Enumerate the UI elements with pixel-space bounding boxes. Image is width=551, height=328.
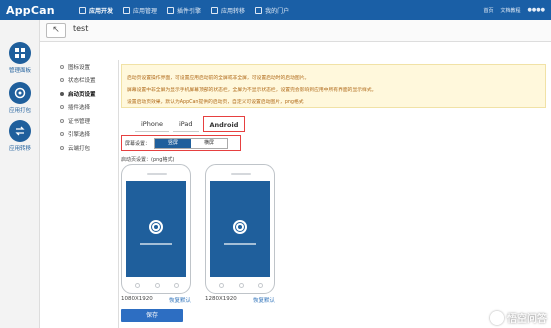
leftnav-label: 管理面板 — [8, 68, 31, 74]
menu-label: 证书管理 — [68, 118, 91, 125]
leftnav-item-dashboard[interactable]: 管理面板 — [0, 42, 40, 74]
back-button[interactable]: ↖ — [46, 23, 66, 38]
splash-logo-pupil — [238, 225, 242, 229]
phone-button — [258, 283, 263, 288]
splash-settings-panel: 启动页设置操作界面，可设置应用启动前的全屏或非全屏，可设置启动时的启动图片。 屏… — [118, 60, 548, 328]
tab-iphone[interactable]: iPhone — [135, 116, 169, 132]
speaker — [147, 173, 167, 175]
sub-header: ↖ test — [40, 20, 551, 42]
portrait-button[interactable]: 竖屏 — [155, 138, 192, 148]
topnav-label: 应用转移 — [221, 7, 246, 15]
tip-line: 设置启动页效果，默认为AppCan提供的启动页，自定义可设置启动图片，png格式 — [127, 100, 304, 105]
leftnav-item-transfer[interactable]: 应用转移 — [0, 120, 40, 152]
bullet-icon — [60, 145, 64, 150]
menu-item-statusbar-settings[interactable]: 状态栏设置 — [60, 74, 112, 88]
top-right-links: 首页 文档教程 ●●●● — [484, 0, 545, 20]
phone-preview-1080[interactable] — [121, 164, 191, 294]
orientation-toggle: 竖屏 横屏 — [154, 137, 229, 149]
topnav-label: 我的门户 — [265, 7, 290, 15]
topnav-label: 应用管理 — [133, 7, 158, 15]
topnav-item-plugin-engine[interactable]: 插件引擎 — [162, 0, 206, 20]
menu-item-icon-settings[interactable]: 图标设置 — [60, 60, 112, 74]
menu-label: 插件选择 — [68, 105, 91, 112]
phone-button — [219, 283, 224, 288]
leftnav-label: 应用打包 — [8, 108, 31, 114]
restore-default-link[interactable]: 恢复默认 — [169, 296, 191, 304]
tab-ipad[interactable]: iPad — [172, 116, 199, 132]
phone-button — [174, 283, 179, 288]
watermark-text: 悟空问答 — [507, 314, 547, 325]
top-bar: AppCan 应用开发 应用管理 插件引擎 应用转移 我的门户 首页 文档教程 … — [0, 0, 551, 20]
left-nav: 管理面板 应用打包 应用转移 — [0, 20, 40, 328]
wukong-logo-icon — [490, 310, 504, 325]
menu-label: 云端打包 — [68, 145, 91, 152]
tip-line: 屏幕设置中非全屏为显示手机屏幕顶部的状态栏，全屏为不显示状态栏，设置完会影响到应… — [127, 88, 377, 93]
preview-size-label: 1280X1920 — [205, 296, 237, 302]
bullet-icon — [60, 91, 64, 96]
phone-preview-1280[interactable] — [205, 164, 275, 294]
menu-label: 引擎选择 — [68, 132, 91, 139]
bullet-icon — [60, 64, 64, 69]
tip-line: 启动页设置操作界面，可设置应用启动前的全屏或非全屏，可设置启动时的启动图片。 — [127, 76, 310, 81]
topnav-item-app-transfer[interactable]: 应用转移 — [206, 0, 250, 20]
menu-label: 图标设置 — [68, 64, 91, 71]
top-nav: 应用开发 应用管理 插件引擎 应用转移 我的门户 — [74, 0, 294, 20]
menu-item-cloud-package[interactable]: 云端打包 — [60, 141, 112, 155]
transfer-icon — [9, 120, 31, 142]
splash-upload-label: 启动页设置：(png格式) — [121, 157, 175, 163]
app-transfer-icon — [211, 6, 219, 14]
app-dev-icon — [79, 6, 86, 14]
topnav-label: 插件引擎 — [177, 7, 202, 15]
tab-android[interactable]: Android — [202, 116, 246, 132]
orientation-label: 屏幕设置： — [125, 140, 151, 147]
package-icon — [9, 82, 31, 104]
topnav-item-portal[interactable]: 我的门户 — [250, 0, 294, 20]
plugin-engine-icon — [167, 6, 175, 14]
bullet-icon — [60, 118, 64, 123]
menu-label: 状态栏设置 — [68, 78, 96, 85]
tip-box: 启动页设置操作界面，可设置应用启动前的全屏或非全屏，可设置启动时的启动图片。 屏… — [121, 64, 546, 108]
platform-tabs: iPhone iPad Android — [135, 116, 249, 134]
phone-button — [154, 283, 160, 288]
bullet-icon — [60, 105, 64, 110]
save-button[interactable]: 保存 — [121, 309, 183, 322]
leftnav-item-package[interactable]: 应用打包 — [0, 82, 40, 114]
user-link[interactable]: ●●●● — [528, 7, 545, 13]
topnav-label: 应用开发 — [89, 7, 114, 15]
leftnav-label: 应用转移 — [8, 146, 31, 152]
splash-logo-pupil — [154, 225, 158, 229]
menu-item-splash-settings[interactable]: 启动页设置 — [60, 87, 112, 101]
splash-screen-preview — [210, 181, 270, 277]
project-title: test — [73, 24, 89, 33]
phone-button — [135, 283, 140, 288]
preview-size-label: 1080X1920 — [121, 296, 153, 302]
menu-item-certificate[interactable]: 证书管理 — [60, 114, 112, 128]
app-manage-icon — [123, 6, 131, 14]
phone-buttons — [219, 283, 263, 288]
app-logo[interactable]: AppCan — [6, 4, 74, 17]
phone-buttons — [135, 283, 179, 288]
bullet-icon — [60, 132, 64, 137]
menu-label: 启动页设置 — [68, 91, 96, 98]
portal-icon — [255, 6, 263, 14]
topnav-item-app-manage[interactable]: 应用管理 — [118, 0, 162, 20]
splash-caption-line — [140, 243, 172, 245]
splash-caption-line — [224, 243, 256, 245]
home-link[interactable]: 首页 — [484, 7, 494, 14]
landscape-button[interactable]: 横屏 — [191, 138, 228, 148]
bullet-icon — [60, 78, 64, 83]
menu-item-engine-select[interactable]: 引擎选择 — [60, 128, 112, 142]
speaker — [231, 173, 251, 175]
restore-default-link[interactable]: 恢复默认 — [253, 296, 275, 304]
docs-link[interactable]: 文档教程 — [501, 7, 521, 14]
phone-button — [238, 283, 244, 288]
dashboard-icon — [9, 42, 31, 64]
settings-menu: 图标设置 状态栏设置 启动页设置 插件选择 证书管理 引擎选择 云端打包 — [60, 60, 112, 155]
topnav-item-app-dev[interactable]: 应用开发 — [74, 0, 118, 20]
menu-item-plugin-select[interactable]: 插件选择 — [60, 101, 112, 115]
watermark: 悟空问答 — [490, 310, 547, 325]
orientation-setting: 屏幕设置： 竖屏 横屏 — [121, 135, 241, 151]
splash-screen-preview — [126, 181, 186, 277]
